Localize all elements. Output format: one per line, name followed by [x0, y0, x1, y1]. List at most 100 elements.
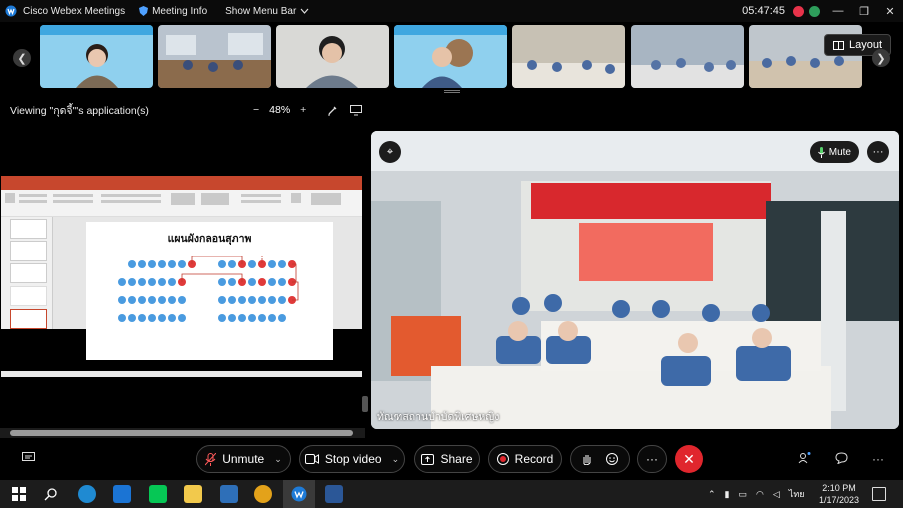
more-options-button[interactable]: ··· — [637, 445, 667, 473]
show-menu-bar-button[interactable]: Show Menu Bar — [225, 6, 309, 17]
edge-browser-icon[interactable] — [78, 485, 96, 503]
mute-label: Mute — [828, 146, 851, 158]
wifi-icon[interactable]: ◠ — [756, 489, 764, 500]
restore-button[interactable]: ❐ — [851, 0, 877, 22]
slide-thumbnail[interactable] — [10, 219, 47, 239]
chevron-down-icon[interactable]: ⌄ — [392, 454, 400, 465]
meeting-info-button[interactable]: Meeting Info — [139, 6, 207, 17]
filmstrip-resize-handle[interactable] — [444, 90, 460, 93]
ppt-workspace: แผนผังกลอนสุภาพ — [1, 217, 362, 360]
panel-more-icon[interactable]: ··· — [872, 452, 884, 466]
meeting-controls: Unmute ⌄ Stop video ⌄ Share Record ··· ✕… — [0, 440, 903, 478]
stop-video-button[interactable]: Stop video ⌄ — [299, 445, 405, 473]
record-label: Record — [514, 452, 554, 466]
active-speaker-video[interactable]: ⌖ Mute ··· ทัณฑสถานบำบัดพิเศษหญิง — [371, 131, 899, 429]
minimize-button[interactable]: — — [825, 0, 851, 22]
filmstrip-prev-button[interactable]: ❮ — [13, 49, 31, 67]
more-label: ··· — [646, 452, 658, 466]
video-more-options-button[interactable]: ··· — [867, 141, 889, 163]
slide-title: แผนผังกลอนสุภาพ — [167, 233, 252, 245]
ppt-ribbon — [1, 190, 362, 217]
request-control-icon[interactable] — [350, 104, 362, 116]
current-slide: แผนผังกลอนสุภาพ — [86, 222, 333, 360]
windows-taskbar: ⌃ ▮ ▭ ◠ ◁ ไทย 2:10 PM 1/17/2023 — [0, 480, 903, 508]
chat-icon[interactable] — [835, 452, 848, 467]
system-tray: ⌃ ▮ ▭ ◠ ◁ ไทย — [708, 480, 805, 508]
taskbar-time: 2:10 PM — [822, 483, 856, 493]
slide-thumbnail[interactable] — [10, 286, 47, 306]
mute-participant-button[interactable]: Mute — [809, 141, 859, 163]
search-icon[interactable] — [42, 485, 60, 503]
show-menu-bar-label: Show Menu Bar — [225, 5, 297, 17]
share-button[interactable]: Share — [414, 445, 480, 473]
windows-app-icon[interactable] — [220, 485, 238, 503]
file-explorer-icon[interactable] — [184, 485, 202, 503]
tray-expand-icon[interactable]: ⌃ — [708, 489, 716, 500]
shield-icon — [139, 6, 149, 16]
shared-content-panel: แผนผังกลอนสุภาพ — [0, 124, 368, 438]
participant-thumbnail[interactable] — [394, 25, 507, 88]
zoom-out-button[interactable]: − — [253, 104, 259, 116]
webex-taskbar-icon[interactable] — [283, 480, 315, 508]
filmstrip-next-button[interactable]: ❯ — [872, 49, 890, 67]
chevron-down-icon[interactable]: ⌄ — [274, 454, 282, 465]
horizontal-scrollbar[interactable] — [0, 428, 365, 438]
record-icon — [496, 453, 509, 465]
split-resize-handle[interactable] — [362, 396, 368, 412]
participant-name-label: ทัณฑสถานบำบัดพิเศษหญิง — [377, 411, 500, 423]
zoom-control: − 48% + — [253, 104, 306, 116]
close-window-button[interactable]: ✕ — [877, 0, 903, 22]
network-status-icon — [809, 5, 820, 17]
microphone-muted-icon — [205, 452, 217, 466]
scrollbar-thumb[interactable] — [10, 430, 353, 436]
participant-thumbnail[interactable] — [512, 25, 625, 88]
raise-hand-icon[interactable] — [582, 453, 592, 465]
notifications-icon[interactable] — [872, 487, 886, 501]
chrome-browser-icon[interactable] — [254, 485, 272, 503]
emoji-reaction-icon[interactable] — [606, 453, 618, 465]
recording-status-icon — [793, 5, 804, 17]
volume-icon[interactable]: ◁ — [773, 489, 780, 500]
app-name: Cisco Webex Meetings — [23, 5, 126, 17]
chat-captions-icon[interactable] — [22, 452, 35, 466]
classroom-video-frame — [371, 131, 899, 429]
participants-icon[interactable] — [798, 452, 812, 467]
stop-video-label: Stop video — [324, 452, 382, 466]
slide-thumbnail[interactable] — [10, 263, 47, 283]
zoom-value: 48% — [269, 104, 291, 116]
pin-video-button[interactable]: ⌖ — [379, 141, 401, 163]
mail-icon[interactable] — [113, 485, 131, 503]
usb-icon[interactable]: ▮ — [725, 489, 730, 500]
taskbar-clock[interactable]: 2:10 PM 1/17/2023 — [817, 482, 861, 506]
word-icon[interactable] — [325, 485, 343, 503]
windows-start-icon[interactable] — [10, 485, 28, 503]
ppt-status-bar — [1, 371, 362, 377]
language-indicator[interactable]: ไทย — [789, 487, 805, 501]
battery-icon[interactable]: ▭ — [739, 489, 748, 500]
participant-thumbnail[interactable] — [631, 25, 744, 88]
slide-thumbnail-selected[interactable] — [10, 309, 47, 329]
participant-thumbnail[interactable] — [276, 25, 389, 88]
slide-thumbnail[interactable] — [10, 241, 47, 261]
leave-meeting-button[interactable]: ✕ — [675, 445, 703, 473]
camera-icon — [304, 454, 319, 464]
chevron-down-icon — [300, 8, 309, 14]
zoom-in-button[interactable]: + — [300, 104, 306, 116]
participant-thumbnail[interactable] — [40, 25, 153, 88]
unmute-label: Unmute — [222, 452, 265, 466]
line-app-icon[interactable] — [149, 485, 167, 503]
meeting-info-label: Meeting Info — [152, 5, 208, 17]
title-bar: Cisco Webex Meetings Meeting Info Show M… — [0, 0, 903, 22]
participant-thumbnail[interactable] — [158, 25, 271, 88]
share-screen-icon — [421, 453, 435, 465]
webex-logo-icon — [5, 5, 17, 17]
reactions-group — [570, 445, 630, 473]
annotate-icon[interactable] — [327, 105, 338, 116]
microphone-icon — [817, 146, 825, 158]
viewing-label: Viewing "กุดจี้"'s application(s) — [10, 104, 149, 117]
ppt-slide-list — [1, 217, 53, 329]
meeting-clock: 05:47:45 — [742, 5, 785, 17]
record-button[interactable]: Record — [488, 445, 562, 473]
poem-layout-diagram — [118, 256, 299, 322]
unmute-button[interactable]: Unmute ⌄ — [196, 445, 291, 473]
